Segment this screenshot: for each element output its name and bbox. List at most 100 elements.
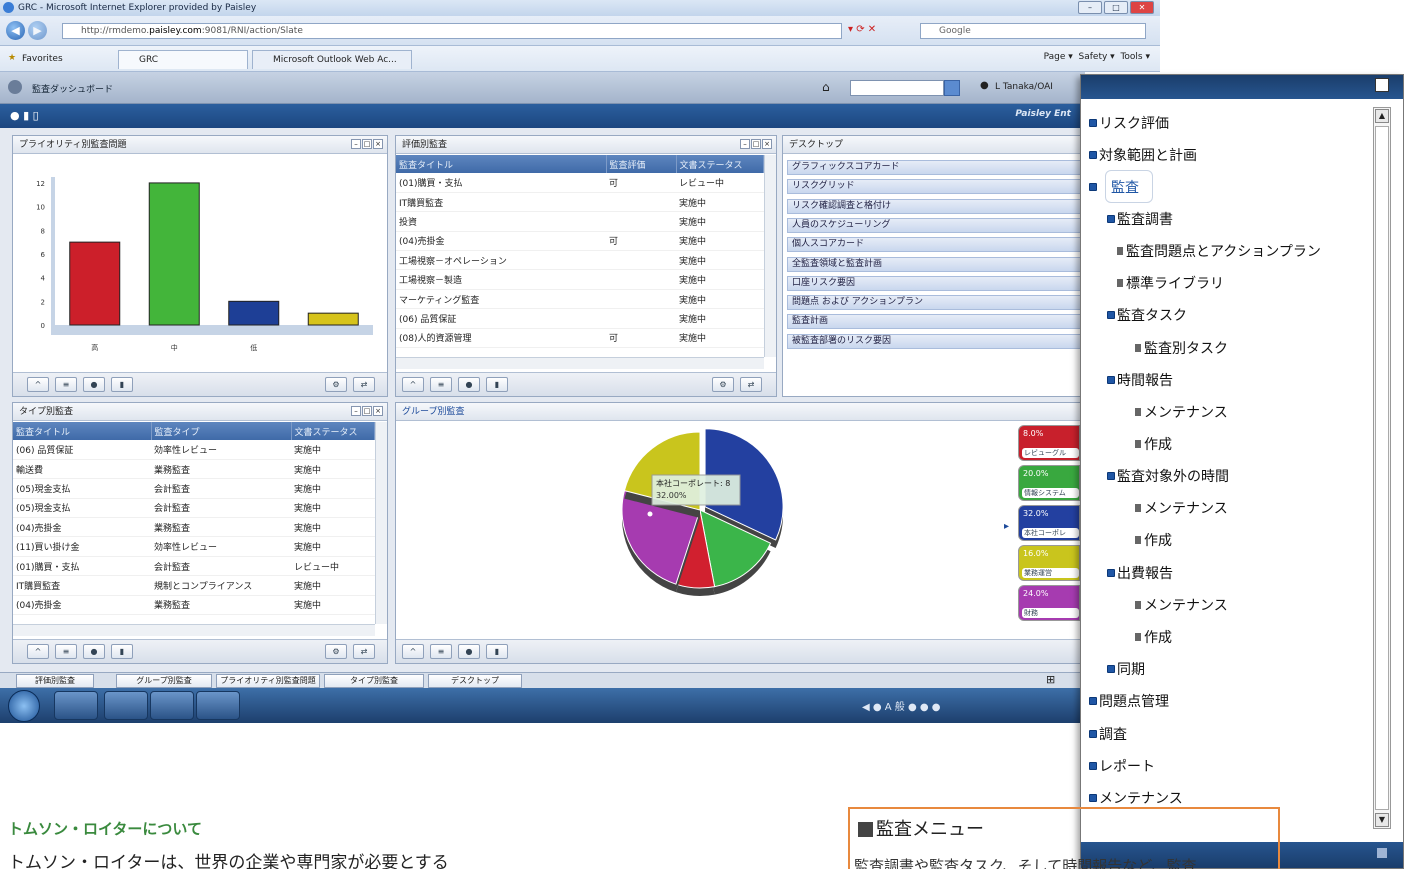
desktop-item[interactable]: 全監査領域と監査計画 bbox=[787, 256, 1083, 272]
pie-view-button[interactable]: ● bbox=[83, 644, 105, 659]
pie-view-button[interactable]: ● bbox=[458, 644, 480, 659]
list-view-button[interactable]: ≡ bbox=[430, 644, 452, 659]
tab-grc[interactable]: GRC bbox=[118, 50, 248, 69]
refresh-stop-icons[interactable]: ▾ ⟳ ✕ bbox=[848, 24, 876, 35]
tree-item[interactable]: 監査問題点とアクションプラン bbox=[1117, 241, 1321, 261]
table-row[interactable]: (06) 品質保証 効率性レビュー 実施中 bbox=[13, 440, 375, 460]
forward-button[interactable]: ▶ bbox=[28, 21, 47, 40]
tree-item[interactable]: 監査別タスク bbox=[1135, 338, 1228, 358]
tab-type[interactable]: タイプ別監査 bbox=[324, 674, 424, 688]
chart-type-button[interactable]: ^ bbox=[27, 644, 49, 659]
toolbar-icons[interactable]: ● ▮ ▯ bbox=[10, 109, 39, 122]
app-search-input[interactable] bbox=[850, 80, 944, 96]
tree-item[interactable]: メンテナンス bbox=[1089, 788, 1183, 808]
table-row[interactable]: (05)現金支払 会計監査 実施中 bbox=[13, 498, 375, 519]
tab-group[interactable]: グループ別監査 bbox=[116, 674, 212, 688]
grid-icon[interactable]: ⊞ bbox=[1046, 673, 1055, 686]
table-row[interactable]: (06) 品質保証 実施中 bbox=[396, 308, 764, 329]
tree-item[interactable]: 監査 bbox=[1089, 177, 1139, 197]
legend-item[interactable]: 8.0% レビューグル bbox=[1018, 425, 1080, 461]
table-row[interactable]: IT購買監査 実施中 bbox=[396, 192, 764, 213]
panel-close-button[interactable]: × bbox=[762, 139, 772, 149]
tree-item[interactable]: 作成 bbox=[1135, 627, 1172, 647]
tab-outlook[interactable]: Microsoft Outlook Web Ac... bbox=[252, 50, 412, 69]
desktop-item[interactable]: 口座リスク要因 bbox=[787, 275, 1083, 291]
back-button[interactable]: ◀ bbox=[6, 21, 25, 40]
table-row[interactable]: (04)売掛金 業務監査 実施中 bbox=[13, 517, 375, 538]
tree-item[interactable]: 対象範囲と計画 bbox=[1089, 145, 1197, 165]
list-view-button[interactable]: ≡ bbox=[55, 377, 77, 392]
legend-item[interactable]: 24.0% 財務 bbox=[1018, 585, 1080, 621]
horizontal-scrollbar[interactable] bbox=[13, 624, 375, 636]
pie-view-button[interactable]: ● bbox=[458, 377, 480, 392]
panel-close-button[interactable]: × bbox=[373, 139, 383, 149]
table-row[interactable]: 工場視察－オペレーション 実施中 bbox=[396, 250, 764, 271]
url-field[interactable]: http://rmdemo.paisley.com:9081/RNI/actio… bbox=[62, 23, 842, 39]
command-page[interactable]: Page ▾ bbox=[1044, 52, 1073, 62]
desktop-item[interactable]: 問題点 および アクションプラン bbox=[787, 295, 1083, 311]
favorites-label[interactable]: Favorites bbox=[22, 54, 63, 64]
list-view-button[interactable]: ≡ bbox=[55, 644, 77, 659]
horizontal-scrollbar[interactable] bbox=[396, 357, 764, 369]
panel-minimize-button[interactable]: – bbox=[351, 139, 361, 149]
table-row[interactable]: 投資 実施中 bbox=[396, 211, 764, 232]
tree-item[interactable]: 監査対象外の時間 bbox=[1107, 466, 1229, 486]
desktop-item[interactable]: グラフィックスコアカード bbox=[787, 160, 1083, 175]
legend-arrow-icon[interactable]: ▸ bbox=[1004, 521, 1009, 532]
user-name[interactable]: L Tanaka/OAI bbox=[995, 82, 1053, 92]
table-row[interactable]: (01)購買・支払可レビュー中 bbox=[396, 173, 764, 193]
settings-button[interactable]: ⚙ bbox=[712, 377, 734, 392]
table-row[interactable]: (04)売掛金可実施中 bbox=[396, 231, 764, 252]
tree-item[interactable]: メンテナンス bbox=[1135, 402, 1228, 422]
ie-icon[interactable] bbox=[104, 691, 148, 720]
minimize-button[interactable]: – bbox=[1078, 1, 1102, 14]
table-row[interactable]: マーケティング監査 実施中 bbox=[396, 289, 764, 310]
tree-item[interactable]: 監査タスク bbox=[1107, 305, 1187, 325]
desktop-item[interactable]: リスクグリッド bbox=[787, 179, 1083, 195]
app-search-button[interactable] bbox=[944, 80, 960, 96]
column-header[interactable]: 文書ステータス bbox=[291, 422, 375, 440]
desktop-item[interactable]: 人員のスケジューリング bbox=[787, 217, 1083, 233]
panel-maximize-button[interactable]: □ bbox=[751, 139, 761, 149]
tree-item[interactable]: 同期 bbox=[1107, 659, 1145, 679]
scroll-thumb[interactable] bbox=[1375, 126, 1389, 810]
tree-item[interactable]: 問題点管理 bbox=[1089, 691, 1169, 711]
tree-item[interactable]: 調査 bbox=[1089, 724, 1127, 744]
explorer-icon[interactable] bbox=[54, 691, 98, 720]
web-search-input[interactable]: Google bbox=[920, 23, 1146, 39]
panel-minimize-button[interactable]: – bbox=[351, 406, 361, 416]
vertical-scrollbar[interactable] bbox=[764, 155, 776, 357]
desktop-item[interactable]: 被監査部署のリスク要因 bbox=[787, 333, 1083, 349]
column-header[interactable]: 監査タイトル bbox=[396, 155, 607, 173]
settings-button[interactable]: ⚙ bbox=[325, 644, 347, 659]
desktop-item[interactable]: リスク確認調査と格付け bbox=[787, 198, 1083, 214]
panel-minimize-button[interactable]: – bbox=[740, 139, 750, 149]
table-row[interactable]: 輸送費 業務監査 実施中 bbox=[13, 459, 375, 480]
tab-rating[interactable]: 評価別監査 bbox=[16, 674, 94, 688]
panel-maximize-button[interactable]: □ bbox=[362, 139, 372, 149]
command-safety[interactable]: Safety ▾ bbox=[1079, 52, 1115, 62]
settings-button[interactable]: ⚙ bbox=[325, 377, 347, 392]
column-header[interactable]: 監査タイプ bbox=[151, 422, 292, 440]
tree-item[interactable]: メンテナンス bbox=[1135, 595, 1228, 615]
bar-view-button[interactable]: ▮ bbox=[486, 644, 508, 659]
table-row[interactable]: (11)買い掛け金 効率性レビュー 実施中 bbox=[13, 536, 375, 557]
panel-maximize-button[interactable]: □ bbox=[362, 406, 372, 416]
home-icon[interactable]: ⌂ bbox=[822, 80, 830, 94]
table-row[interactable]: (08)人的資源管理可実施中 bbox=[396, 328, 764, 349]
command-tools[interactable]: Tools ▾ bbox=[1120, 52, 1150, 62]
tree-item[interactable]: 作成 bbox=[1135, 434, 1172, 454]
close-button[interactable]: ✕ bbox=[1130, 1, 1154, 14]
tree-item[interactable]: 標準ライブラリ bbox=[1117, 273, 1224, 293]
desktop-item[interactable]: 個人スコアカード bbox=[787, 237, 1083, 253]
app-icon[interactable] bbox=[150, 691, 194, 720]
bar-view-button[interactable]: ▮ bbox=[111, 377, 133, 392]
column-header[interactable]: 監査タイトル bbox=[13, 422, 152, 440]
legend-item[interactable]: 32.0% 本社コーポレ bbox=[1018, 505, 1080, 541]
tree-item[interactable]: レポート bbox=[1089, 756, 1155, 776]
bar-view-button[interactable]: ▮ bbox=[111, 644, 133, 659]
legend-item[interactable]: 16.0% 業務運営 bbox=[1018, 545, 1080, 581]
tree-scrollbar[interactable]: ▲ ▼ bbox=[1373, 107, 1391, 829]
chart-type-button[interactable]: ^ bbox=[402, 644, 424, 659]
app-icon[interactable] bbox=[196, 691, 240, 720]
